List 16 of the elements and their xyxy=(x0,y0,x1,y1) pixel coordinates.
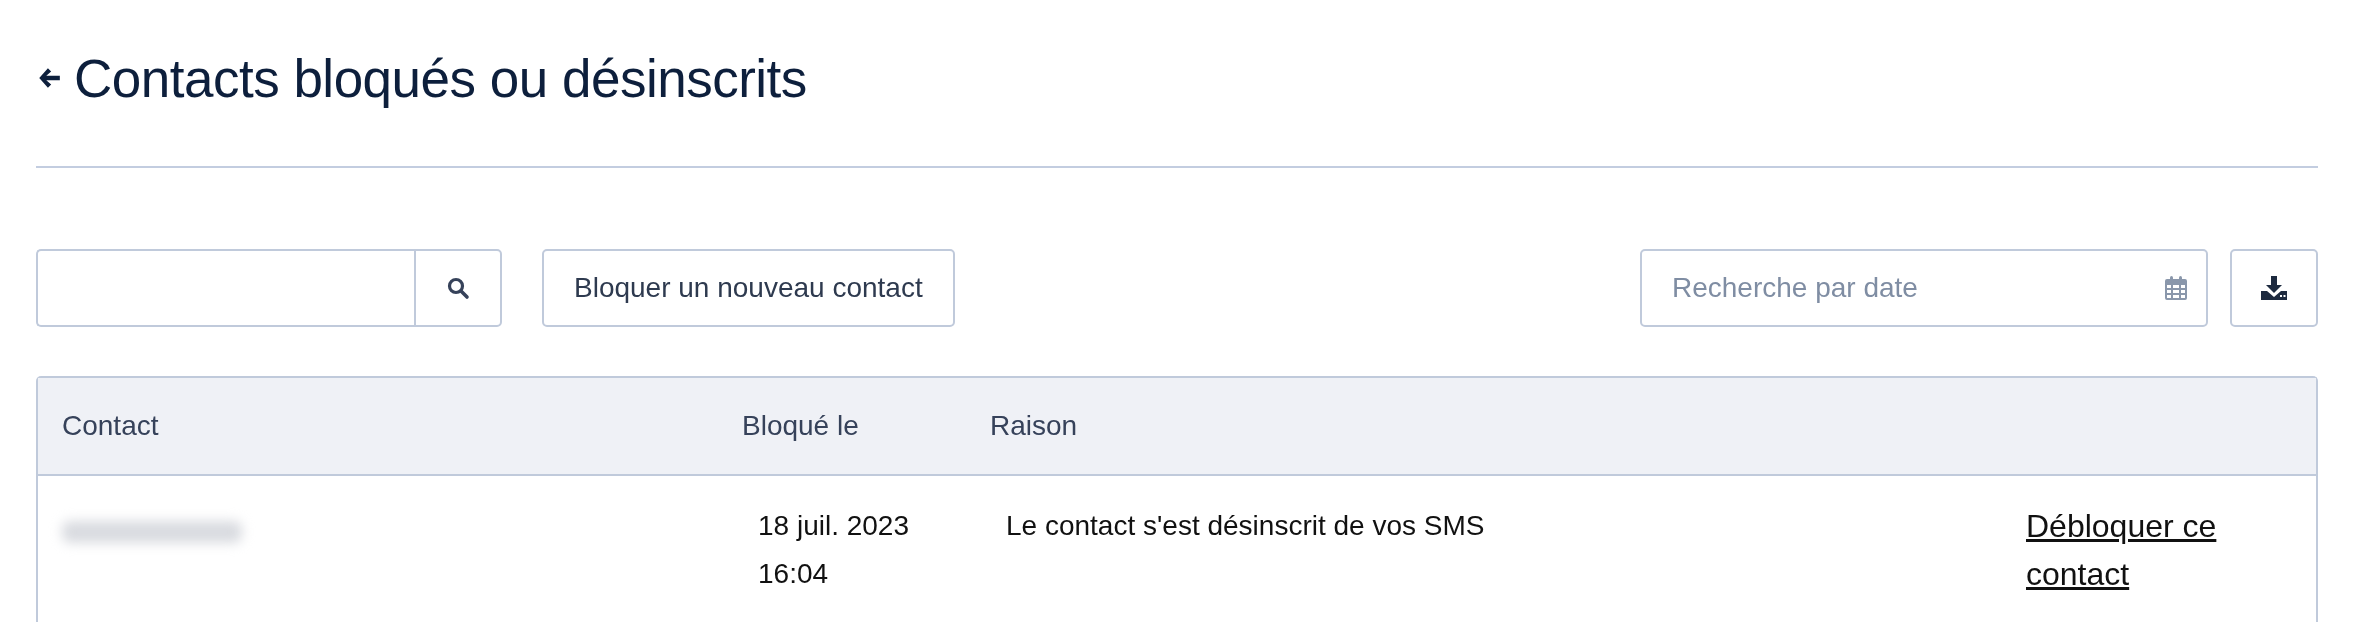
search-field[interactable] xyxy=(36,249,414,327)
search-button[interactable] xyxy=(414,249,502,327)
download-button[interactable] xyxy=(2230,249,2318,327)
blocked-time: 16:04 xyxy=(758,557,830,591)
search-icon xyxy=(446,276,470,300)
column-header: Contact xyxy=(61,410,160,442)
page-title: Contacts bloqués ou désinscrits xyxy=(74,47,807,109)
blocked-date: 18 juil. 2023 xyxy=(758,509,910,543)
download-icon xyxy=(2260,275,2288,301)
unblock-link[interactable]: Débloquer ce contact xyxy=(2026,502,2236,598)
column-header: Bloqué le xyxy=(742,410,860,442)
reason-text: Le contact s'est désinscrit de vos SMS xyxy=(1006,510,1485,541)
block-contact-button[interactable]: Bloquer un nouveau contact xyxy=(542,249,955,327)
column-header: Raison xyxy=(990,410,1079,442)
calendar-icon xyxy=(2164,275,2188,301)
date-search-field[interactable]: Recherche par date xyxy=(1640,249,2208,327)
